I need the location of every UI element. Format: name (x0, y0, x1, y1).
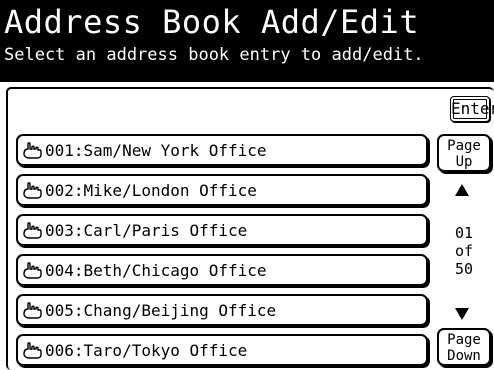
scroll-up-arrow-icon[interactable] (455, 184, 469, 196)
header-bar: Address Book Add/Edit Select an address … (0, 0, 494, 82)
address-entry-003[interactable]: 003:Carl/Paris Office (16, 214, 428, 246)
enter-button[interactable]: Enter (450, 96, 494, 122)
hand-pointer-icon (23, 262, 42, 279)
entry-label: 001:Sam/New York Office (45, 140, 267, 160)
page-title: Address Book Add/Edit (4, 3, 420, 41)
page-of-label: of (454, 242, 474, 260)
hand-pointer-icon (23, 182, 42, 199)
address-entry-001[interactable]: 001:Sam/New York Office (16, 134, 428, 166)
address-entry-004[interactable]: 004:Beth/Chicago Office (16, 254, 428, 286)
address-entry-006[interactable]: 006:Taro/Tokyo Office (16, 334, 428, 366)
page-up-label-line2: Up (455, 154, 473, 170)
page-up-button[interactable]: Page Up (437, 134, 491, 172)
address-book-screen: Address Book Add/Edit Select an address … (0, 0, 494, 370)
hand-pointer-icon (23, 222, 42, 239)
entry-label: 002:Mike/London Office (45, 180, 257, 200)
hand-pointer-icon (23, 142, 42, 159)
current-page: 01 (454, 224, 474, 242)
address-entry-002[interactable]: 002:Mike/London Office (16, 174, 428, 206)
page-subtitle: Select an address book entry to add/edit… (4, 45, 424, 65)
entry-label: 006:Taro/Tokyo Office (45, 340, 248, 360)
hand-pointer-icon (23, 342, 42, 359)
entry-label: 005:Chang/Beijing Office (45, 300, 277, 320)
page-indicator: 01 of 50 (440, 224, 488, 278)
page-down-label-line1: Page (447, 332, 481, 348)
page-down-label-line2: Down (447, 348, 481, 364)
entry-label: 003:Carl/Paris Office (45, 220, 248, 240)
address-entry-005[interactable]: 005:Chang/Beijing Office (16, 294, 428, 326)
scroll-down-arrow-icon[interactable] (455, 308, 469, 320)
entry-label: 004:Beth/Chicago Office (45, 260, 267, 280)
total-pages: 50 (454, 260, 474, 278)
page-up-label-line1: Page (447, 138, 481, 154)
page-down-button[interactable]: Page Down (437, 328, 491, 366)
hand-pointer-icon (23, 302, 42, 319)
